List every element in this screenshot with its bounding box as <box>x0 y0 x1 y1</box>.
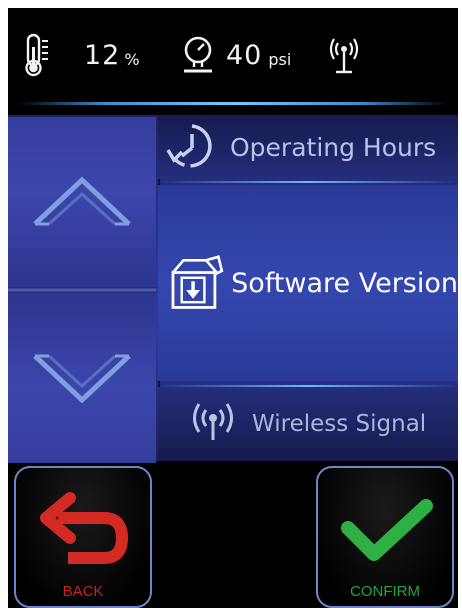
humidity-readout: 12 % <box>84 30 140 80</box>
confirm-button[interactable]: CONFIRM <box>316 466 454 608</box>
humidity-value: 12 <box>84 39 121 71</box>
menu-panel: Operating Hours Software Version Wireles… <box>8 115 458 463</box>
menu-list: Operating Hours Software Version Wireles… <box>158 115 458 461</box>
scroll-down-button[interactable] <box>8 293 156 463</box>
chevron-down-icon <box>33 354 131 404</box>
pressure-value: 40 <box>226 39 263 71</box>
wireless-signal-icon <box>193 403 233 440</box>
scroll-up-button[interactable] <box>8 117 156 287</box>
menu-divider <box>158 181 458 183</box>
menu-item-label: Software Version <box>231 267 458 299</box>
device-screen: 12 % 40 psi Operating Hours Software Ver… <box>8 8 458 608</box>
status-bar: 12 % 40 psi <box>8 8 458 105</box>
pressure-indicator <box>180 30 216 80</box>
menu-item-label: Wireless Signal <box>252 411 427 437</box>
checkmark-icon <box>341 499 433 561</box>
download-box-icon <box>171 255 224 309</box>
menu-item-label: Operating Hours <box>230 132 437 162</box>
menu-item-wireless-signal[interactable]: Wireless Signal <box>158 387 458 461</box>
undo-arrow-icon <box>40 492 128 564</box>
signal-indicator <box>326 30 362 80</box>
thermometer-icon <box>25 33 48 77</box>
menu-item-software-version[interactable]: Software Version <box>158 185 458 381</box>
scroll-arrows <box>8 115 160 463</box>
clock-history-icon <box>166 124 212 168</box>
wireless-antenna-icon <box>329 38 359 74</box>
status-divider-glow <box>18 102 448 105</box>
confirm-label: CONFIRM <box>350 583 420 600</box>
back-button[interactable]: BACK <box>14 466 152 608</box>
chevron-up-icon <box>33 176 131 226</box>
humidity-unit: % <box>124 49 140 69</box>
pressure-gauge-icon <box>184 36 212 73</box>
back-label: BACK <box>62 583 104 600</box>
menu-item-operating-hours[interactable]: Operating Hours <box>158 115 458 179</box>
pressure-readout: 40 psi <box>226 30 291 80</box>
thermometer-indicator <box>22 30 52 80</box>
pressure-unit: psi <box>268 49 292 69</box>
